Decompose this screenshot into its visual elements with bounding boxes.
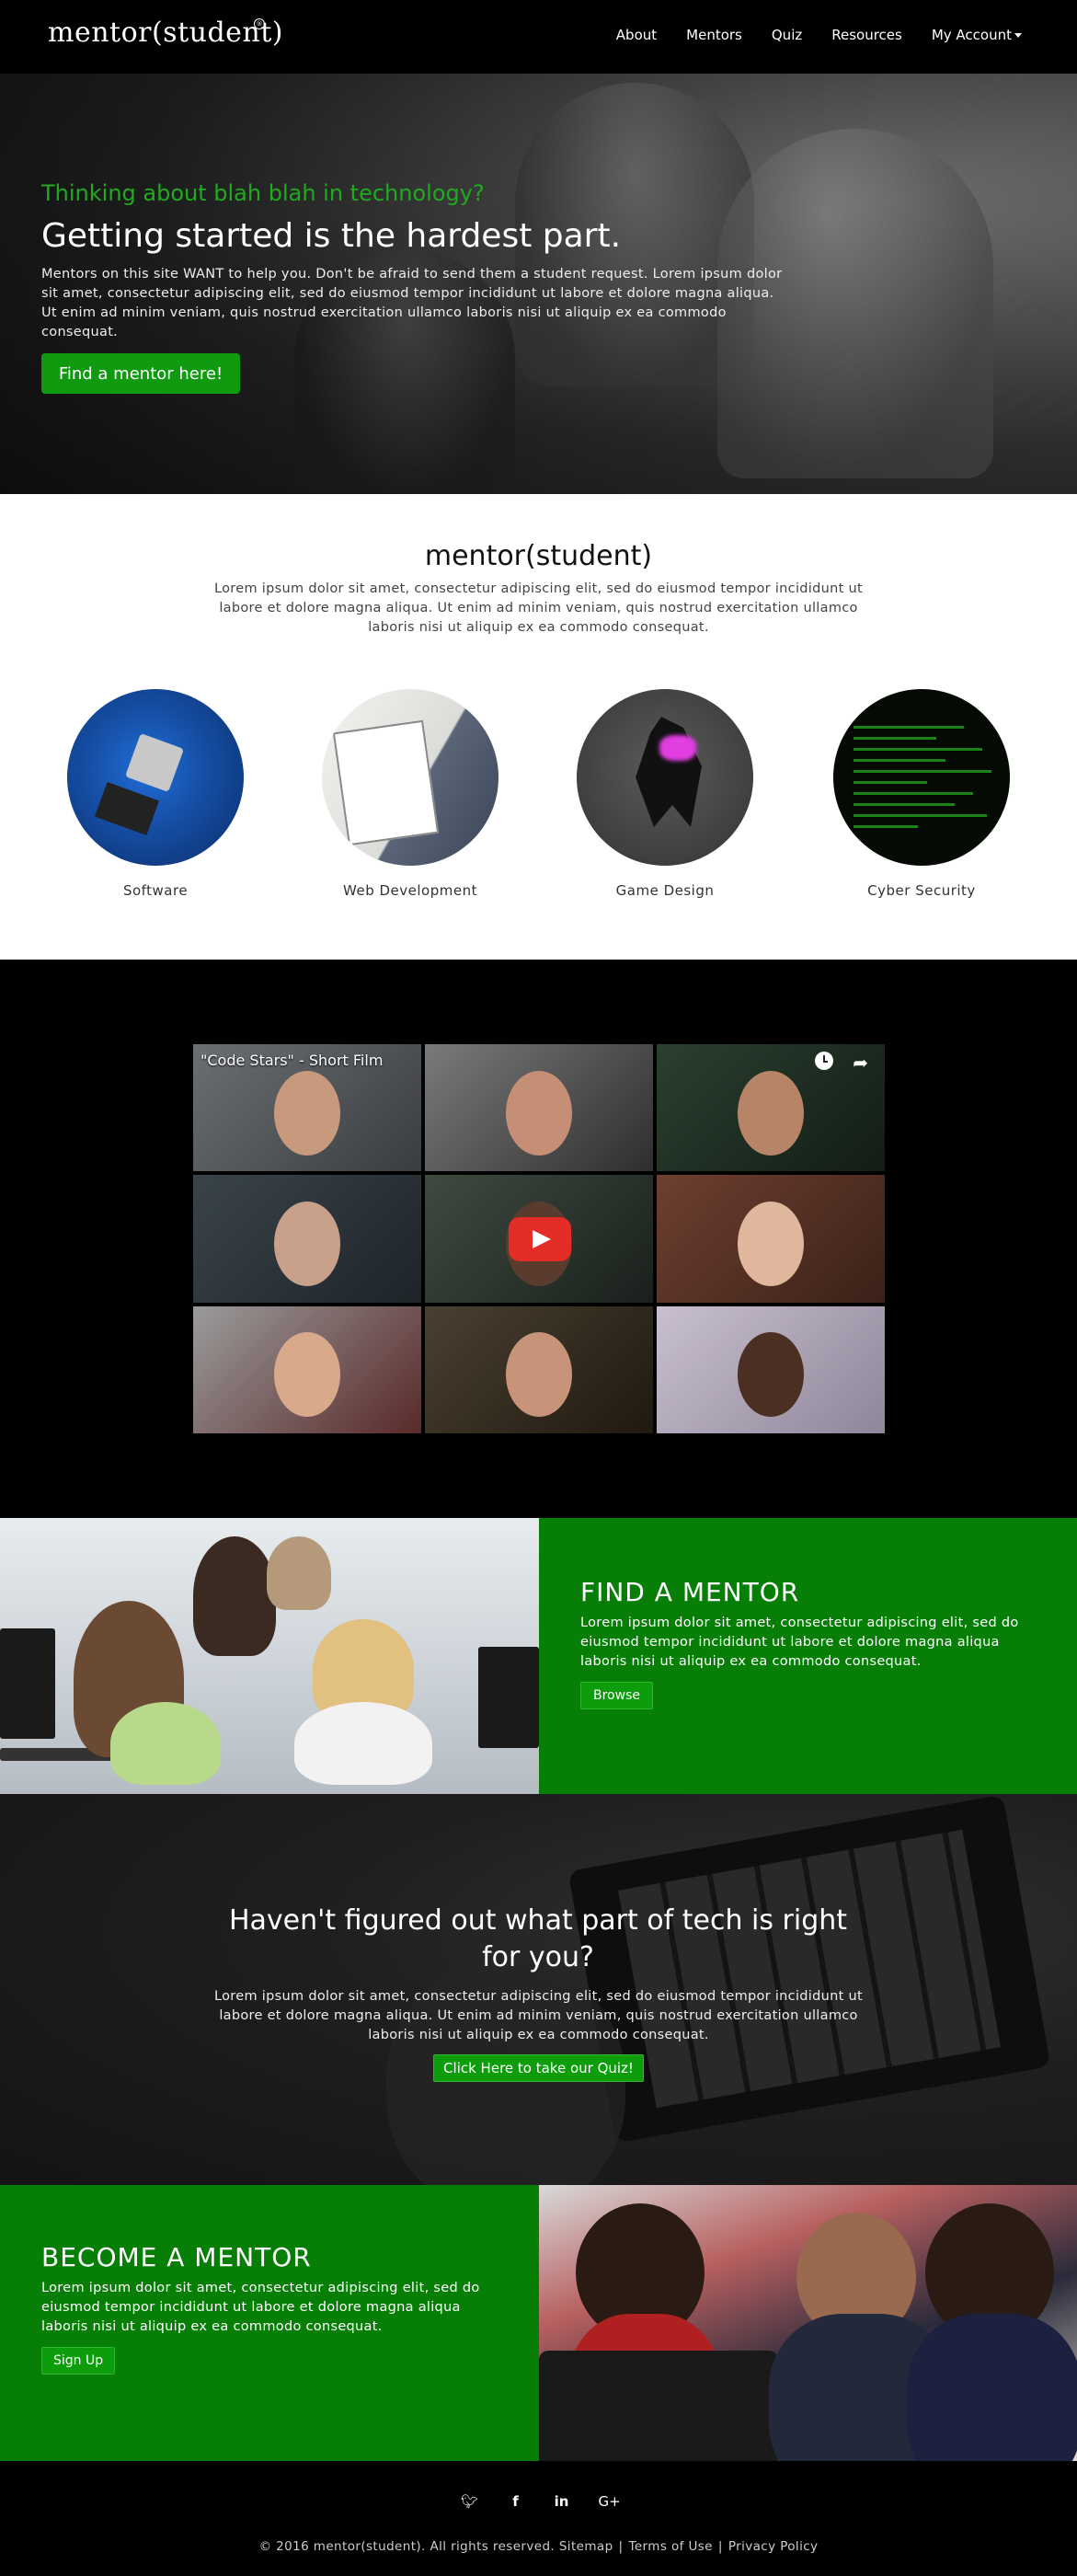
code-line <box>854 737 936 740</box>
share-icon[interactable]: ➦ <box>853 1052 868 1074</box>
become-mentor-title: BECOME A MENTOR <box>41 2242 312 2272</box>
become-mentor-section: BECOME A MENTOR Lorem ipsum dolor sit am… <box>0 2185 1077 2461</box>
face-image <box>738 1070 804 1156</box>
nav-about[interactable]: About <box>616 27 657 43</box>
code-line <box>854 781 927 784</box>
video-thumbnail-tile <box>657 1175 885 1303</box>
hero-kicker: Thinking about blah blah in technology? <box>41 180 485 206</box>
face-image <box>274 1332 340 1418</box>
find-mentor-title: FIND A MENTOR <box>580 1577 800 1607</box>
category-label: Cyber Security <box>867 882 976 899</box>
classroom-photo <box>0 1518 539 1794</box>
category-label: Software <box>122 882 189 899</box>
nav-my-account-label: My Account <box>931 27 1012 43</box>
video-thumbnail-tile <box>193 1175 421 1303</box>
nav-resources[interactable]: Resources <box>831 27 902 43</box>
video-title[interactable]: "Code Stars" - Short Film <box>201 1052 383 1069</box>
teacher-figure <box>193 1536 276 1656</box>
teacher-figure <box>267 1536 331 1610</box>
footer: 🐦︎ f in G+ © 2016 mentor(student). All r… <box>0 2461 1077 2576</box>
student-shirt <box>907 2314 1077 2461</box>
navbar: mentor(student) ® About Mentors Quiz Res… <box>0 0 1077 74</box>
become-mentor-panel: BECOME A MENTOR Lorem ipsum dolor sit am… <box>0 2185 539 2461</box>
code-line <box>854 726 964 729</box>
video-thumbnail-tile <box>193 1305 421 1433</box>
facebook-icon[interactable]: f <box>507 2493 525 2510</box>
face-image <box>738 1202 804 1287</box>
link-separator: | <box>717 2539 723 2554</box>
find-mentor-section: FIND A MENTOR Lorem ipsum dolor sit amet… <box>0 1518 1077 1794</box>
terms-link[interactable]: Terms of Use <box>629 2539 713 2554</box>
about-text: Lorem ipsum dolor sit amet, consectetur … <box>214 581 863 635</box>
category-game-design[interactable]: Game Design <box>573 689 757 899</box>
laptop-shape <box>539 2351 778 2461</box>
wireframe-sketch-image[interactable] <box>322 689 498 866</box>
site-logo[interactable]: mentor(student) <box>48 17 283 49</box>
hero-section: Thinking about blah blah in technology? … <box>0 74 1077 494</box>
nav-quiz[interactable]: Quiz <box>772 27 802 43</box>
code-line <box>854 748 982 751</box>
code-line <box>854 814 987 817</box>
copyright-text: © 2016 mentor(student). All rights reser… <box>258 2539 556 2554</box>
privacy-link[interactable]: Privacy Policy <box>728 2539 819 2554</box>
linkedin-icon[interactable]: in <box>553 2493 571 2510</box>
quiz-title: Haven't figured out what part of tech is… <box>228 1904 848 1973</box>
nav-mentors[interactable]: Mentors <box>686 27 742 43</box>
code-line <box>854 759 945 762</box>
quiz-section: Haven't figured out what part of tech is… <box>0 1794 1077 2185</box>
code-line <box>854 825 918 828</box>
circuit-board-image[interactable] <box>67 689 244 866</box>
hero-text: Mentors on this site WANT to help you. D… <box>41 267 783 339</box>
video-thumbnail-tile <box>657 1305 885 1433</box>
play-button-icon[interactable] <box>509 1217 571 1261</box>
category-cyber-security[interactable]: Cyber Security <box>830 689 1014 899</box>
monitor-shape <box>478 1647 539 1748</box>
3d-model-image[interactable] <box>577 689 753 866</box>
copyright-line: © 2016 mentor(student). All rights reser… <box>0 2539 1077 2554</box>
face-image <box>274 1070 340 1156</box>
sign-up-button[interactable]: Sign Up <box>41 2347 116 2375</box>
student-shirt <box>294 1702 432 1785</box>
video-player[interactable]: "Code Stars" - Short Film ➦ <box>193 1044 885 1433</box>
category-label: Game Design <box>615 882 715 899</box>
video-thumbnail-tile <box>425 1044 653 1172</box>
face-image <box>506 1070 572 1156</box>
face-image <box>274 1202 340 1287</box>
video-section: "Code Stars" - Short Film ➦ <box>0 960 1077 1518</box>
code-line <box>854 792 973 795</box>
face-image <box>738 1332 804 1418</box>
terminal-code-image[interactable] <box>833 689 1010 866</box>
nav-my-account[interactable]: My Account <box>932 27 1022 43</box>
code-line <box>854 770 991 773</box>
google-plus-icon[interactable]: G+ <box>599 2493 621 2510</box>
caret-down-icon <box>1014 33 1022 38</box>
quiz-text: Lorem ipsum dolor sit amet, consectetur … <box>214 1989 863 2042</box>
main-nav: About Mentors Quiz Resources My Account <box>587 27 1022 43</box>
monitor-shape <box>0 1628 55 1739</box>
hero-title: Getting started is the hardest part. <box>41 217 622 255</box>
twitter-icon[interactable]: 🐦︎ <box>461 2493 479 2510</box>
link-separator: | <box>618 2539 624 2554</box>
browse-button[interactable]: Browse <box>580 1682 653 1709</box>
category-software[interactable]: Software <box>63 689 247 899</box>
registered-mark: ® <box>254 18 265 29</box>
student-shirt <box>110 1702 221 1785</box>
find-mentor-text: Lorem ipsum dolor sit amet, consectetur … <box>580 1616 1019 1669</box>
find-mentor-panel: FIND A MENTOR Lorem ipsum dolor sit amet… <box>539 1518 1077 1794</box>
code-line <box>854 803 955 806</box>
about-title: mentor(student) <box>424 540 653 572</box>
face-image <box>506 1332 572 1418</box>
watch-later-icon[interactable] <box>815 1052 833 1070</box>
mentoring-photo <box>539 2185 1077 2461</box>
about-section: mentor(student) Lorem ipsum dolor sit am… <box>0 494 1077 960</box>
take-quiz-button[interactable]: Click Here to take our Quiz! <box>433 2054 644 2082</box>
category-label: Web Development <box>343 882 477 899</box>
sitemap-link[interactable]: Sitemap <box>559 2539 613 2554</box>
video-thumbnail-tile <box>657 1044 885 1172</box>
social-links: 🐦︎ f in G+ <box>0 2493 1077 2510</box>
become-mentor-text: Lorem ipsum dolor sit amet, consectetur … <box>41 2281 480 2334</box>
category-web-development[interactable]: Web Development <box>318 689 502 899</box>
video-thumbnail-tile <box>425 1305 653 1433</box>
find-mentor-button[interactable]: Find a mentor here! <box>41 353 240 394</box>
